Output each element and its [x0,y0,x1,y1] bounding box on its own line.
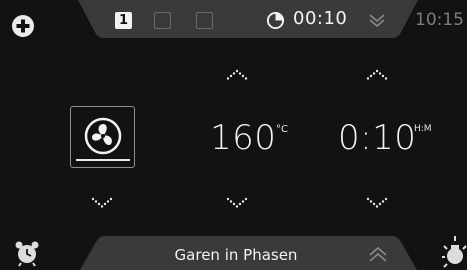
fan-icon [84,117,122,155]
phase-1-tab[interactable]: 1 [115,12,132,29]
phase-2-tab[interactable] [154,12,171,29]
duration-value[interactable]: 0:10 [338,118,416,158]
duration-down-arrow[interactable] [362,196,392,210]
clock-time: 10:15 [415,10,464,30]
chevron-up-icon[interactable] [367,245,389,265]
alarm-clock-icon[interactable] [13,239,41,267]
temperature-up-arrow[interactable] [222,69,252,83]
timer-icon [266,11,285,30]
mode-down-arrow[interactable] [87,196,117,210]
temperature-down-arrow[interactable] [222,196,252,210]
duration-unit: H:M [414,124,432,134]
chevron-down-icon[interactable] [367,10,387,30]
oven-light-icon[interactable] [440,236,467,270]
add-icon[interactable] [11,14,35,38]
program-label[interactable]: Garen in Phasen [163,246,309,264]
temperature-value[interactable]: 160 [210,118,276,158]
duration-up-arrow[interactable] [362,69,392,83]
temperature-unit: °C [276,124,288,135]
phase-3-tab[interactable] [196,12,213,29]
top-tab-bar [78,0,418,38]
mode-selected-indicator [76,159,130,161]
timer-value: 00:10 [293,8,348,29]
